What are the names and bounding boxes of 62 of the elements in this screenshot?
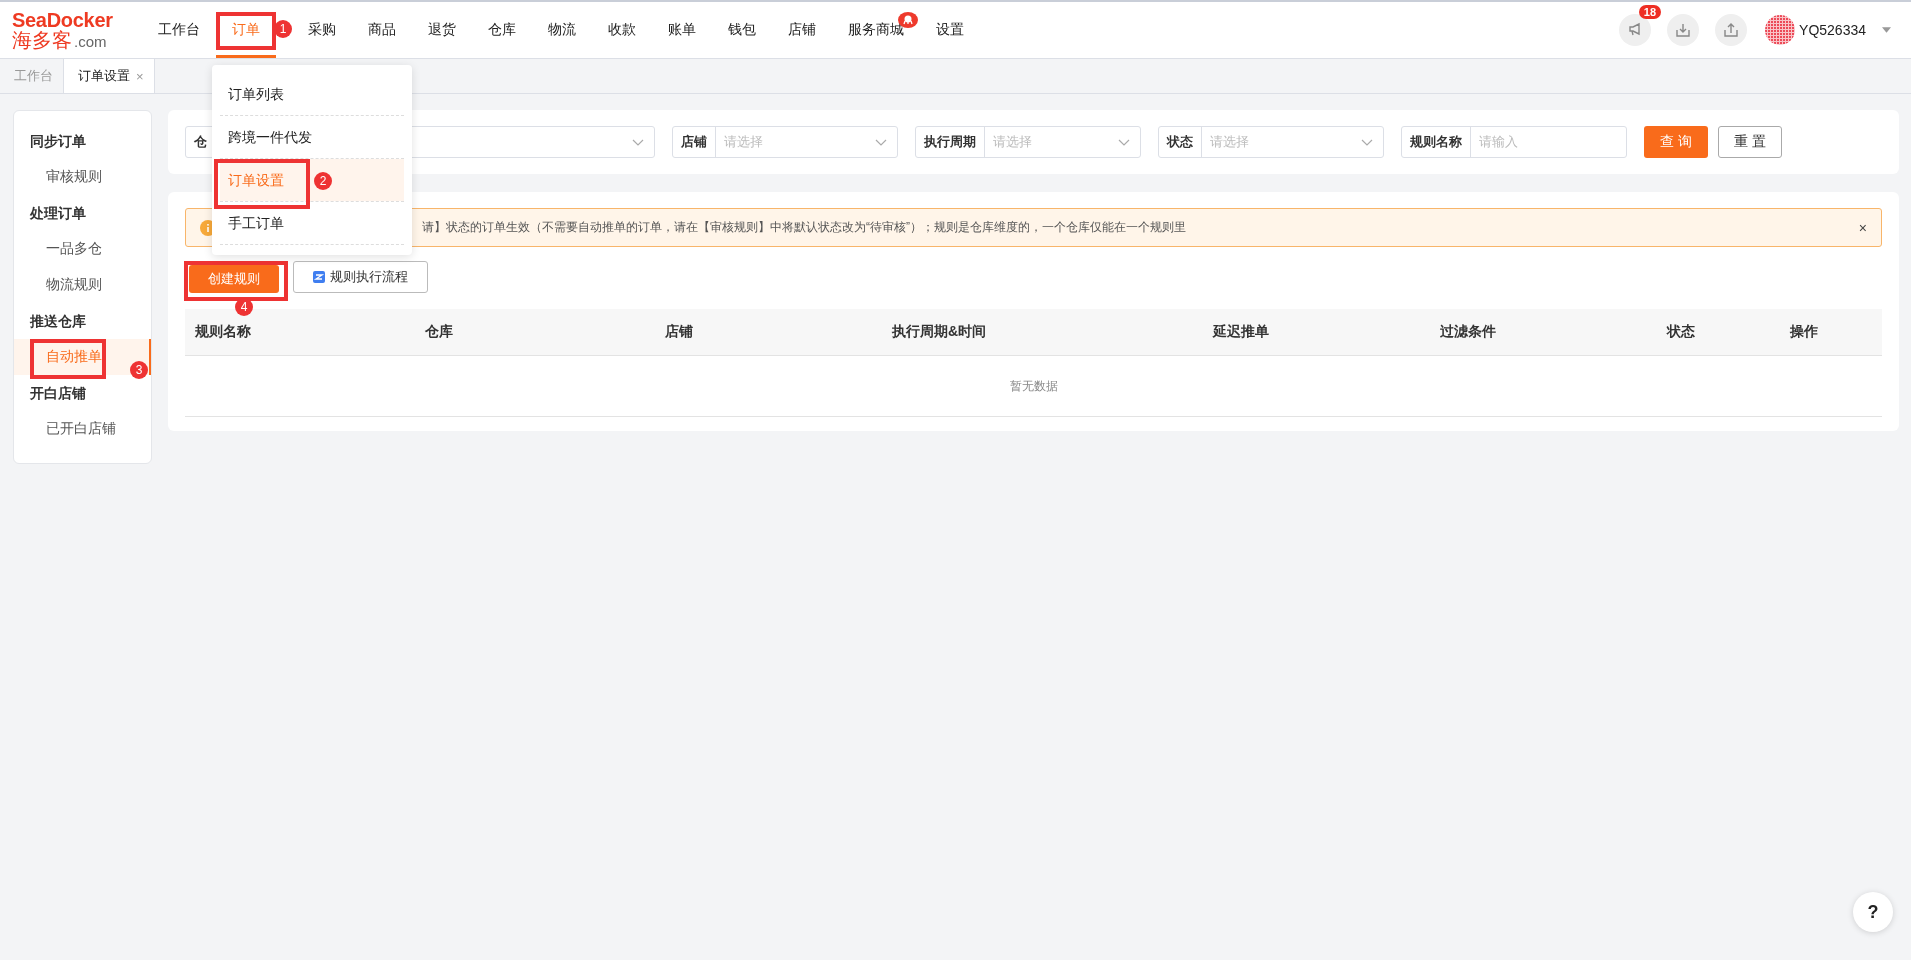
filter-field[interactable]: 规则名称 请输入 [1401, 126, 1627, 158]
highlight-frame [216, 12, 276, 50]
filter-field[interactable]: 状态 请选择 [1158, 126, 1384, 158]
alert-text: 请】状态的订单生效（不需要自动推单的订单，请在【审核规则】中将默认状态改为“待审核”）；规则是仓库维度的，一个仓库仅能在一个规则里 [422, 219, 1186, 236]
nav-item[interactable]: 钱包 [712, 2, 772, 58]
download-button[interactable] [1667, 14, 1700, 46]
column-header: 延迟推单 [1213, 323, 1270, 341]
notification-count: 18 [1638, 5, 1662, 19]
chevron-down-icon [875, 138, 887, 146]
menu-item[interactable]: 手工订单 [220, 202, 404, 244]
sidebar-group-title: 同步订单 [29, 132, 87, 151]
column-header: 店铺 [665, 323, 694, 341]
chevron-down-icon [632, 138, 644, 146]
column-header: 执行周期&时间 [892, 323, 988, 341]
filter-field[interactable]: 店铺 请选择 [672, 126, 898, 158]
empty-message: 暂无数据 [1009, 377, 1058, 395]
column-header: 过滤条件 [1440, 323, 1497, 341]
logo-name: 海多客 [12, 30, 72, 50]
sidebar-group-title: 推送仓库 [29, 312, 87, 331]
chevron-down-icon [1118, 138, 1130, 146]
column-header: 规则名称 [195, 323, 252, 341]
nav-item[interactable]: 工作台 [142, 2, 216, 58]
column-header: 操作 [1790, 323, 1819, 341]
column-header: 状态 [1667, 323, 1696, 341]
logo-brand: SeaDocker [12, 10, 114, 30]
announcement-button[interactable] [1619, 14, 1652, 46]
nav-item[interactable]: 仓库 [472, 2, 532, 58]
sidebar-item[interactable]: 审核规则 [14, 159, 151, 195]
step-badge: 1 [274, 20, 292, 38]
filter-field[interactable]: 执行周期 请选择 [915, 126, 1141, 158]
upload-icon [1723, 22, 1740, 38]
nav-item[interactable]: 商品 [352, 2, 412, 58]
rule-flow-button[interactable]: 规则执行流程 [293, 261, 428, 293]
sidebar-group-title: 处理订单 [29, 204, 87, 223]
user-name[interactable]: YQ526334 [1799, 22, 1866, 38]
step-badge: 3 [130, 361, 148, 379]
nav-item[interactable]: 物流 [532, 2, 592, 58]
sidebar-item[interactable]: 已开白店铺 [14, 411, 151, 447]
sidebar-item[interactable]: 一品多仓 [14, 231, 151, 267]
nav-item[interactable]: 收款 [592, 2, 652, 58]
nav-item[interactable]: 设置 [920, 2, 980, 58]
close-button[interactable]: × [1858, 219, 1867, 236]
logo[interactable]: SeaDocker 海多客.com [12, 10, 130, 50]
nav-item[interactable]: 采购 [292, 2, 352, 58]
column-header: 仓库 [425, 323, 454, 341]
help-button[interactable]: ? [1853, 892, 1893, 932]
page-tab[interactable]: 订单设置 × [64, 59, 155, 93]
document-icon [313, 271, 325, 283]
nav-item[interactable]: 账单 [652, 2, 712, 58]
export-button[interactable] [1715, 14, 1748, 46]
nav-item[interactable]: 退货 [412, 2, 472, 58]
chevron-down-icon [1361, 138, 1373, 146]
menu-item[interactable]: 订单列表 [220, 73, 404, 115]
caret-icon[interactable] [1882, 27, 1891, 33]
download-icon [1675, 22, 1692, 38]
reset-button[interactable]: 重 置 [1718, 126, 1782, 158]
menu-item[interactable]: 跨境一件代发 [220, 116, 404, 158]
nav-item[interactable]: 店铺 [772, 2, 832, 58]
avatar[interactable] [1765, 15, 1796, 45]
sidebar-item[interactable]: 物流规则 [14, 267, 151, 303]
sidebar-group-title: 开白店铺 [29, 384, 87, 403]
logo-domain: .com [74, 34, 107, 49]
